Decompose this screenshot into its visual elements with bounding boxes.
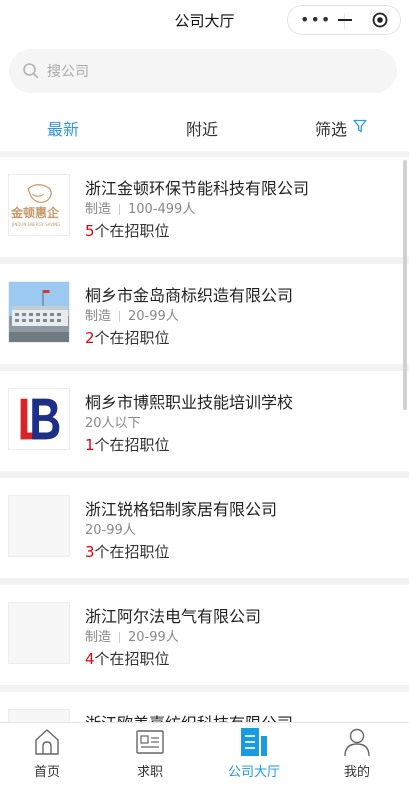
tabbar-label: 我的 <box>343 765 370 780</box>
minimize-icon[interactable] <box>338 19 352 21</box>
tabbar-label: 首页 <box>33 765 60 780</box>
company-name: 浙江阿尔法电气有限公司 <box>85 607 262 626</box>
company-meta: 制造 20-99人 <box>85 305 179 324</box>
lb-logo-icon <box>20 398 60 440</box>
search-icon <box>23 63 39 79</box>
tabbar-label: 公司大厅 <box>227 765 280 780</box>
tabbar-item-profile[interactable]: 我的 <box>317 723 397 783</box>
search-input[interactable] <box>45 49 379 95</box>
title-bar: 公司大厅 ••• <box>0 0 409 40</box>
bottom-tab-bar: 首页 求职 公司大厅 我的 <box>0 722 409 782</box>
user-icon <box>344 728 370 757</box>
company-size: 20-99人 <box>128 309 179 324</box>
job-count-suffix: 个在招职位 <box>94 436 170 454</box>
capsule-divider <box>344 13 345 29</box>
company-size: 20-99人 <box>85 523 136 538</box>
logo-text: 金顿惠企 <box>11 206 60 220</box>
job-count: 4个在招职位 <box>85 648 170 669</box>
company-card[interactable]: 浙江阿尔法电气有限公司 制造 20-99人 4个在招职位 <box>0 585 409 685</box>
record-close-icon[interactable] <box>372 12 388 28</box>
company-meta: 制造 20-99人 <box>85 626 179 645</box>
company-card[interactable]: 浙江锐格铝制家居有限公司 20-99人 3个在招职位 <box>0 478 409 578</box>
tabbar-item-company-hall[interactable]: 公司大厅 <box>214 723 294 783</box>
tabbar-item-jobs[interactable]: 求职 <box>110 723 190 783</box>
filter-icon[interactable] <box>353 119 367 133</box>
resume-card-icon <box>136 730 164 754</box>
company-meta: 20-99人 <box>85 519 136 538</box>
company-industry: 制造 <box>85 202 112 217</box>
company-logo-placeholder <box>8 602 70 664</box>
company-industry: 制造 <box>85 309 112 324</box>
home-icon <box>35 729 59 755</box>
company-name: 浙江金顿环保节能科技有限公司 <box>85 179 310 198</box>
filter-tabs: 最新 附近 筛选 <box>0 104 409 151</box>
tab-latest[interactable]: 最新 <box>47 116 79 140</box>
company-card[interactable]: 桐乡市金岛商标织造有限公司 制造 20-99人 2个在招职位 <box>0 264 409 364</box>
company-name: 浙江锐格铝制家居有限公司 <box>85 500 278 519</box>
company-industry: 制造 <box>85 630 112 645</box>
company-size: 20人以下 <box>85 416 141 431</box>
company-logo-placeholder <box>8 495 70 557</box>
company-logo-factory-photo <box>8 281 70 343</box>
job-count-suffix: 个在招职位 <box>94 650 170 668</box>
company-card[interactable]: 金顿惠企 JINDUN ENERGY SAVING 浙江金顿环保节能科技有限公司… <box>0 157 409 257</box>
job-count-number: 1 <box>85 436 95 454</box>
tabbar-label: 求职 <box>136 765 163 780</box>
logo-subtext: JINDUN ENERGY SAVING <box>12 222 61 227</box>
search-section <box>0 40 409 104</box>
mini-program-capsule: ••• <box>287 5 401 35</box>
job-count-number: 3 <box>85 543 95 561</box>
building-icon <box>241 728 267 756</box>
search-box[interactable] <box>9 49 397 95</box>
company-card[interactable]: 桐乡市博熙职业技能培训学校 20人以下 1个在招职位 <box>0 371 409 471</box>
job-count: 1个在招职位 <box>85 434 170 455</box>
company-logo-jindun: 金顿惠企 JINDUN ENERGY SAVING <box>8 174 70 236</box>
tab-filter[interactable]: 筛选 <box>315 116 347 140</box>
job-count: 5个在招职位 <box>85 220 170 241</box>
job-count-number: 2 <box>85 329 95 347</box>
meta-divider <box>119 204 121 215</box>
job-count-suffix: 个在招职位 <box>94 543 170 561</box>
factory-photo <box>9 282 69 342</box>
job-count-number: 4 <box>85 650 95 668</box>
job-count: 3个在招职位 <box>85 541 170 562</box>
job-count-suffix: 个在招职位 <box>94 329 170 347</box>
tabbar-item-home[interactable]: 首页 <box>7 723 87 783</box>
tab-nearby[interactable]: 附近 <box>186 116 218 140</box>
job-count-suffix: 个在招职位 <box>94 222 170 240</box>
job-count-number: 5 <box>85 222 95 240</box>
company-logo-lb <box>8 388 70 450</box>
company-name: 桐乡市金岛商标织造有限公司 <box>85 286 294 305</box>
company-meta: 20人以下 <box>85 412 141 431</box>
company-size: 20-99人 <box>128 630 179 645</box>
meta-divider <box>119 311 121 322</box>
job-count: 2个在招职位 <box>85 327 170 348</box>
company-name: 桐乡市博熙职业技能培训学校 <box>85 393 294 412</box>
company-meta: 制造 100-499人 <box>85 198 195 217</box>
meta-divider <box>119 632 121 643</box>
more-dots-icon[interactable]: ••• <box>300 9 331 31</box>
scrollbar[interactable] <box>403 160 407 410</box>
company-size: 100-499人 <box>128 202 196 217</box>
